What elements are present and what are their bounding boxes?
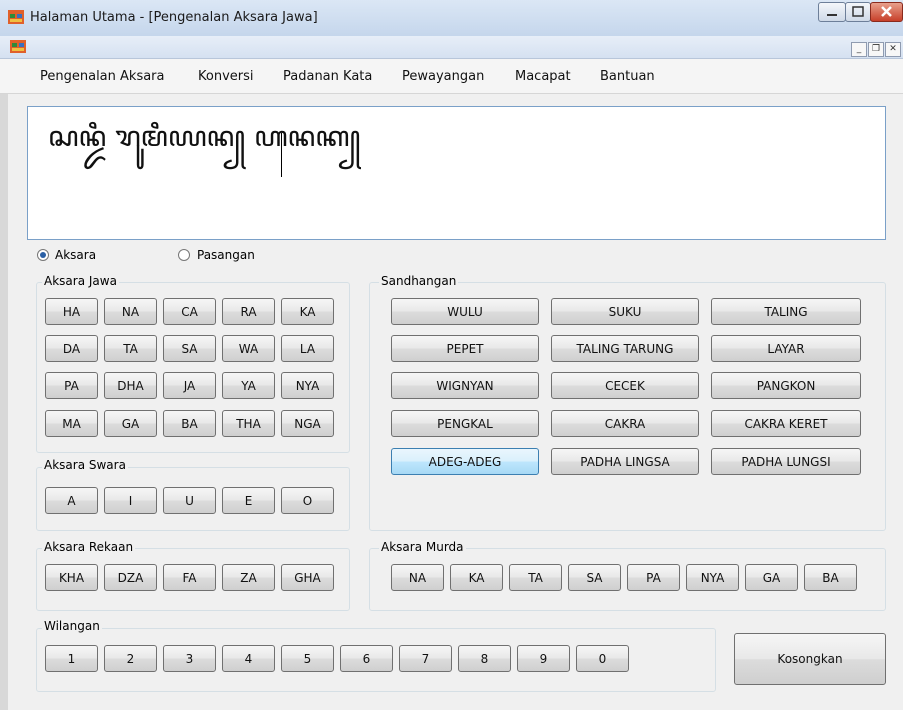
close-icon (881, 6, 892, 17)
aksara-dha-button[interactable]: DHA (104, 372, 157, 399)
wilangan-5-button[interactable]: 5 (281, 645, 334, 672)
wilangan-3-button[interactable]: 3 (163, 645, 216, 672)
wilangan-4-button[interactable]: 4 (222, 645, 275, 672)
menu-pengenalan-aksara[interactable]: Pengenalan Aksara (40, 69, 165, 84)
menu-padanan-kata[interactable]: Padanan Kata (283, 69, 372, 84)
mdi-child-bar (0, 36, 903, 59)
menu-pewayangan[interactable]: Pewayangan (402, 69, 484, 84)
wilangan-label: Wilangan (42, 619, 102, 633)
aksara-pa-button[interactable]: PA (45, 372, 98, 399)
menu-bar: Pengenalan Aksara Konversi Padanan Kata … (0, 59, 903, 94)
murda-ka-button[interactable]: KA (450, 564, 503, 591)
aksara-ya-button[interactable]: YA (222, 372, 275, 399)
window-title: Halaman Utama - [Pengenalan Aksara Jawa] (30, 10, 318, 25)
swara-e-button[interactable]: E (222, 487, 275, 514)
javanese-text-box[interactable]: ꦱꦤ꧀ꦢꦶ ꦫꦸꦩꦶꦪꦤ꧀ ꦲꦤꦏ꧀ (27, 106, 886, 240)
murda-ba-button[interactable]: BA (804, 564, 857, 591)
murda-pa-button[interactable]: PA (627, 564, 680, 591)
sandhangan-label: Sandhangan (379, 274, 459, 288)
murda-ga-button[interactable]: GA (745, 564, 798, 591)
aksara-ba-button[interactable]: BA (163, 410, 216, 437)
sandhangan-layar-button[interactable]: LAYAR (711, 335, 861, 362)
wilangan-2-button[interactable]: 2 (104, 645, 157, 672)
sandhangan-suku-button[interactable]: SUKU (551, 298, 699, 325)
kosongkan-button[interactable]: Kosongkan (734, 633, 886, 685)
sandhangan-pengkal-button[interactable]: PENGKAL (391, 410, 539, 437)
sandhangan-cecek-button[interactable]: CECEK (551, 372, 699, 399)
child-restore-button[interactable]: ❐ (868, 42, 884, 57)
aksara-ra-button[interactable]: RA (222, 298, 275, 325)
sandhangan-taling-tarung-button[interactable]: TALING TARUNG (551, 335, 699, 362)
aksara-la-button[interactable]: LA (281, 335, 334, 362)
pasangan-radio-label[interactable]: Pasangan (197, 248, 255, 262)
sandhangan-padha-lungsi-button[interactable]: PADHA LUNGSI (711, 448, 861, 475)
window-left-edge (0, 58, 8, 710)
wilangan-0-button[interactable]: 0 (576, 645, 629, 672)
pasangan-radio[interactable] (178, 249, 190, 261)
swara-i-button[interactable]: I (104, 487, 157, 514)
javanese-text-value: ꦱꦤ꧀ꦢꦶ ꦫꦸꦩꦶꦪꦤ꧀ ꦲꦤꦏ꧀ (48, 120, 361, 153)
aksara-rekaan-label: Aksara Rekaan (42, 540, 136, 554)
menu-konversi[interactable]: Konversi (198, 69, 254, 84)
murda-na-button[interactable]: NA (391, 564, 444, 591)
minimize-icon (827, 14, 837, 16)
aksara-ma-button[interactable]: MA (45, 410, 98, 437)
aksara-nga-button[interactable]: NGA (281, 410, 334, 437)
text-caret (281, 133, 282, 177)
sandhangan-pepet-button[interactable]: PEPET (391, 335, 539, 362)
sandhangan-pangkon-button[interactable]: PANGKON (711, 372, 861, 399)
aksara-radio[interactable] (37, 249, 49, 261)
rekaan-kha-button[interactable]: KHA (45, 564, 98, 591)
rekaan-fa-button[interactable]: FA (163, 564, 216, 591)
swara-a-button[interactable]: A (45, 487, 98, 514)
rekaan-gha-button[interactable]: GHA (281, 564, 334, 591)
maximize-icon (852, 6, 864, 17)
wilangan-9-button[interactable]: 9 (517, 645, 570, 672)
aksara-da-button[interactable]: DA (45, 335, 98, 362)
swara-o-button[interactable]: O (281, 487, 334, 514)
aksara-ja-button[interactable]: JA (163, 372, 216, 399)
aksara-ta-button[interactable]: TA (104, 335, 157, 362)
sandhangan-wulu-button[interactable]: WULU (391, 298, 539, 325)
close-button[interactable] (870, 2, 903, 22)
menu-macapat[interactable]: Macapat (515, 69, 571, 84)
child-close-button[interactable]: ✕ (885, 42, 901, 57)
aksara-ga-button[interactable]: GA (104, 410, 157, 437)
swara-u-button[interactable]: U (163, 487, 216, 514)
sandhangan-cakra-button[interactable]: CAKRA (551, 410, 699, 437)
aksara-ca-button[interactable]: CA (163, 298, 216, 325)
aksara-jawa-label: Aksara Jawa (42, 274, 119, 288)
aksara-wa-button[interactable]: WA (222, 335, 275, 362)
rekaan-dza-button[interactable]: DZA (104, 564, 157, 591)
sandhangan-cakra-keret-button[interactable]: CAKRA KERET (711, 410, 861, 437)
murda-ta-button[interactable]: TA (509, 564, 562, 591)
murda-sa-button[interactable]: SA (568, 564, 621, 591)
wilangan-1-button[interactable]: 1 (45, 645, 98, 672)
aksara-tha-button[interactable]: THA (222, 410, 275, 437)
wilangan-8-button[interactable]: 8 (458, 645, 511, 672)
menu-bantuan[interactable]: Bantuan (600, 69, 655, 84)
aksara-ka-button[interactable]: KA (281, 298, 334, 325)
child-window-icon (10, 40, 26, 53)
aksara-na-button[interactable]: NA (104, 298, 157, 325)
wilangan-6-button[interactable]: 6 (340, 645, 393, 672)
sandhangan-taling-button[interactable]: TALING (711, 298, 861, 325)
aksara-swara-label: Aksara Swara (42, 458, 128, 472)
aksara-ha-button[interactable]: HA (45, 298, 98, 325)
rekaan-za-button[interactable]: ZA (222, 564, 275, 591)
sandhangan-wignyan-button[interactable]: WIGNYAN (391, 372, 539, 399)
aksara-murda-label: Aksara Murda (379, 540, 466, 554)
wilangan-7-button[interactable]: 7 (399, 645, 452, 672)
child-minimize-button[interactable]: _ (851, 42, 867, 57)
sandhangan-padha-lingsa-button[interactable]: PADHA LINGSA (551, 448, 699, 475)
maximize-button[interactable] (845, 2, 871, 22)
minimize-button[interactable] (818, 2, 846, 22)
sandhangan-adeg-adeg-button[interactable]: ADEG-ADEG (391, 448, 539, 475)
aksara-nya-button[interactable]: NYA (281, 372, 334, 399)
aksara-sa-button[interactable]: SA (163, 335, 216, 362)
app-icon (8, 10, 24, 24)
murda-nya-button[interactable]: NYA (686, 564, 739, 591)
aksara-radio-label[interactable]: Aksara (55, 248, 96, 262)
